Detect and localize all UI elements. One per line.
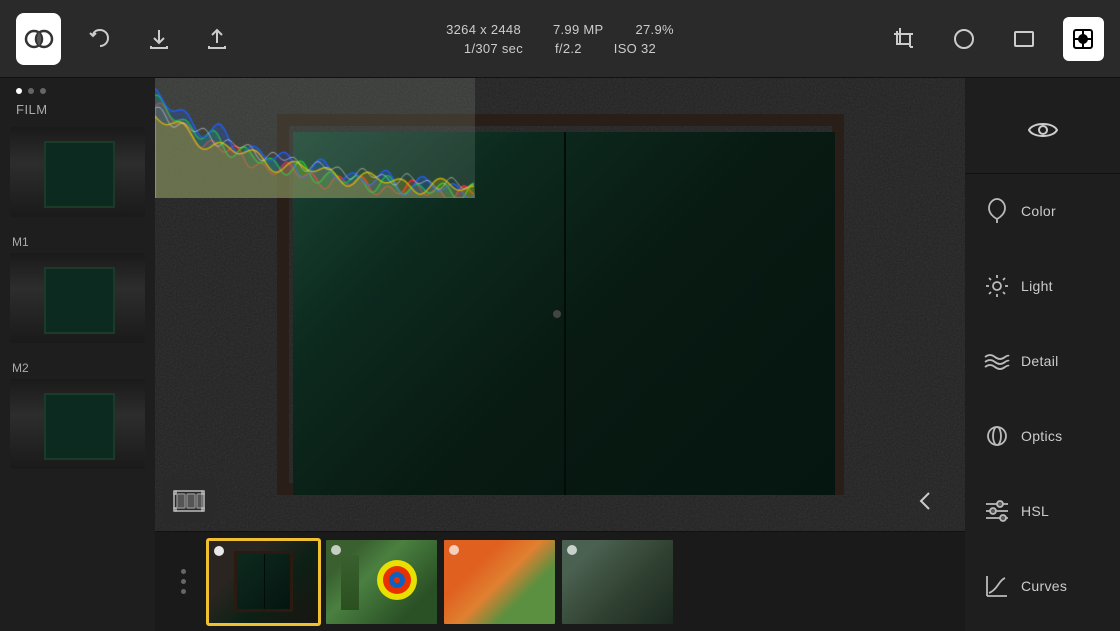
- preset-thumb-1-scene: [10, 127, 145, 217]
- selective-button[interactable]: [1063, 17, 1105, 61]
- crop-button[interactable]: [884, 17, 926, 61]
- filmstrip-icon: [173, 487, 205, 515]
- preset-thumb-m1-scene: [10, 253, 145, 343]
- more-dot-3: [181, 589, 186, 594]
- dot-1: [16, 88, 22, 94]
- zoom-level: 27.9%: [636, 22, 674, 37]
- door-lock: [553, 310, 561, 318]
- right-panel: Color Light: [965, 78, 1120, 631]
- more-options[interactable]: [163, 569, 203, 594]
- film-thumb-3-inner: [444, 540, 555, 624]
- light-icon: [984, 273, 1010, 299]
- color-label: Color: [1021, 203, 1056, 219]
- tool-hsl[interactable]: HSL: [965, 473, 1120, 548]
- hsl-label: HSL: [1021, 503, 1049, 519]
- curves-icon-area: [983, 572, 1011, 600]
- top-toolbar: 3264 x 2448 7.99 MP 27.9% 1/307 sec f/2.…: [0, 0, 1120, 78]
- color-icon-area: [983, 197, 1011, 225]
- light-icon-area: [983, 272, 1011, 300]
- download-button[interactable]: [139, 17, 177, 61]
- film-thumb-4[interactable]: [560, 538, 675, 626]
- preset-thumb-m1: [10, 253, 145, 343]
- toolbar-center: 3264 x 2448 7.99 MP 27.9% 1/307 sec f/2.…: [236, 22, 884, 56]
- film-thumb-3[interactable]: [442, 538, 557, 626]
- film-thumb-1-inner: [209, 541, 318, 623]
- more-dot-1: [181, 569, 186, 574]
- tool-curves[interactable]: Curves: [965, 548, 1120, 623]
- aspect-button[interactable]: [1003, 17, 1045, 61]
- preset-thumb-m2: [10, 379, 145, 469]
- image-size: 3264 x 2448: [446, 22, 521, 37]
- center-area: [155, 78, 965, 631]
- detail-label: Detail: [1021, 353, 1059, 369]
- filmstrip: [155, 531, 965, 631]
- optics-icon: [984, 423, 1010, 449]
- undo-button[interactable]: [81, 17, 119, 61]
- light-label: Light: [1021, 278, 1053, 294]
- tone-button[interactable]: [944, 17, 986, 61]
- preset-item-m2[interactable]: M2: [10, 361, 145, 469]
- color-icon: [985, 197, 1009, 225]
- preset-item-1[interactable]: [10, 127, 145, 217]
- hsl-icon-area: [983, 497, 1011, 525]
- film-thumb-1[interactable]: [206, 538, 321, 626]
- preview-button[interactable]: [1021, 108, 1065, 152]
- dot-2: [28, 88, 34, 94]
- filmstrip-toggle-button[interactable]: [163, 479, 215, 523]
- share-button[interactable]: [198, 17, 236, 61]
- film-thumb-2[interactable]: [324, 538, 439, 626]
- hsl-icon: [984, 500, 1010, 522]
- tool-optics[interactable]: Optics: [965, 398, 1120, 473]
- preset-thumb-1: [10, 127, 145, 217]
- optics-label: Optics: [1021, 428, 1062, 444]
- back-button[interactable]: [905, 479, 949, 523]
- dot-3: [40, 88, 46, 94]
- iso: ISO 32: [614, 41, 656, 56]
- tool-light[interactable]: Light: [965, 249, 1120, 324]
- door-split: [564, 132, 566, 494]
- filmstrip-toggle-area: [163, 479, 215, 523]
- tool-detail[interactable]: Detail: [965, 324, 1120, 399]
- curves-label: Curves: [1021, 578, 1067, 594]
- back-arrow-area: [905, 479, 949, 523]
- left-panel: FILM M1 M2: [0, 78, 155, 631]
- tool-color[interactable]: Color: [965, 174, 1120, 249]
- eye-icon: [1027, 119, 1059, 141]
- aperture: f/2.2: [555, 41, 582, 56]
- detail-icon: [983, 351, 1011, 371]
- main-area: FILM M1 M2: [0, 78, 1120, 631]
- preset-item-m1[interactable]: M1: [10, 235, 145, 343]
- preset-section-label: FILM: [8, 102, 48, 117]
- curves-icon: [984, 573, 1010, 599]
- eye-panel: [965, 86, 1120, 174]
- toolbar-right: [884, 17, 1104, 61]
- panel-dots: [8, 88, 46, 94]
- megapixels: 7.99 MP: [553, 22, 604, 37]
- preset-thumb-m2-scene: [10, 379, 145, 469]
- histogram: [155, 78, 475, 198]
- preset-label-m2: M2: [10, 361, 145, 375]
- film-thumb-2-inner: [326, 540, 437, 624]
- shutter-speed: 1/307 sec: [464, 41, 523, 56]
- toolbar-left: [16, 13, 236, 65]
- back-icon: [913, 487, 941, 515]
- detail-icon-area: [983, 347, 1011, 375]
- preset-label-m1: M1: [10, 235, 145, 249]
- logo-button[interactable]: [16, 13, 61, 65]
- image-area: [155, 78, 965, 531]
- right-panel-tools: Color Light: [965, 174, 1120, 623]
- optics-icon-area: [983, 422, 1011, 450]
- film-thumb-4-inner: [562, 540, 673, 624]
- more-dot-2: [181, 579, 186, 584]
